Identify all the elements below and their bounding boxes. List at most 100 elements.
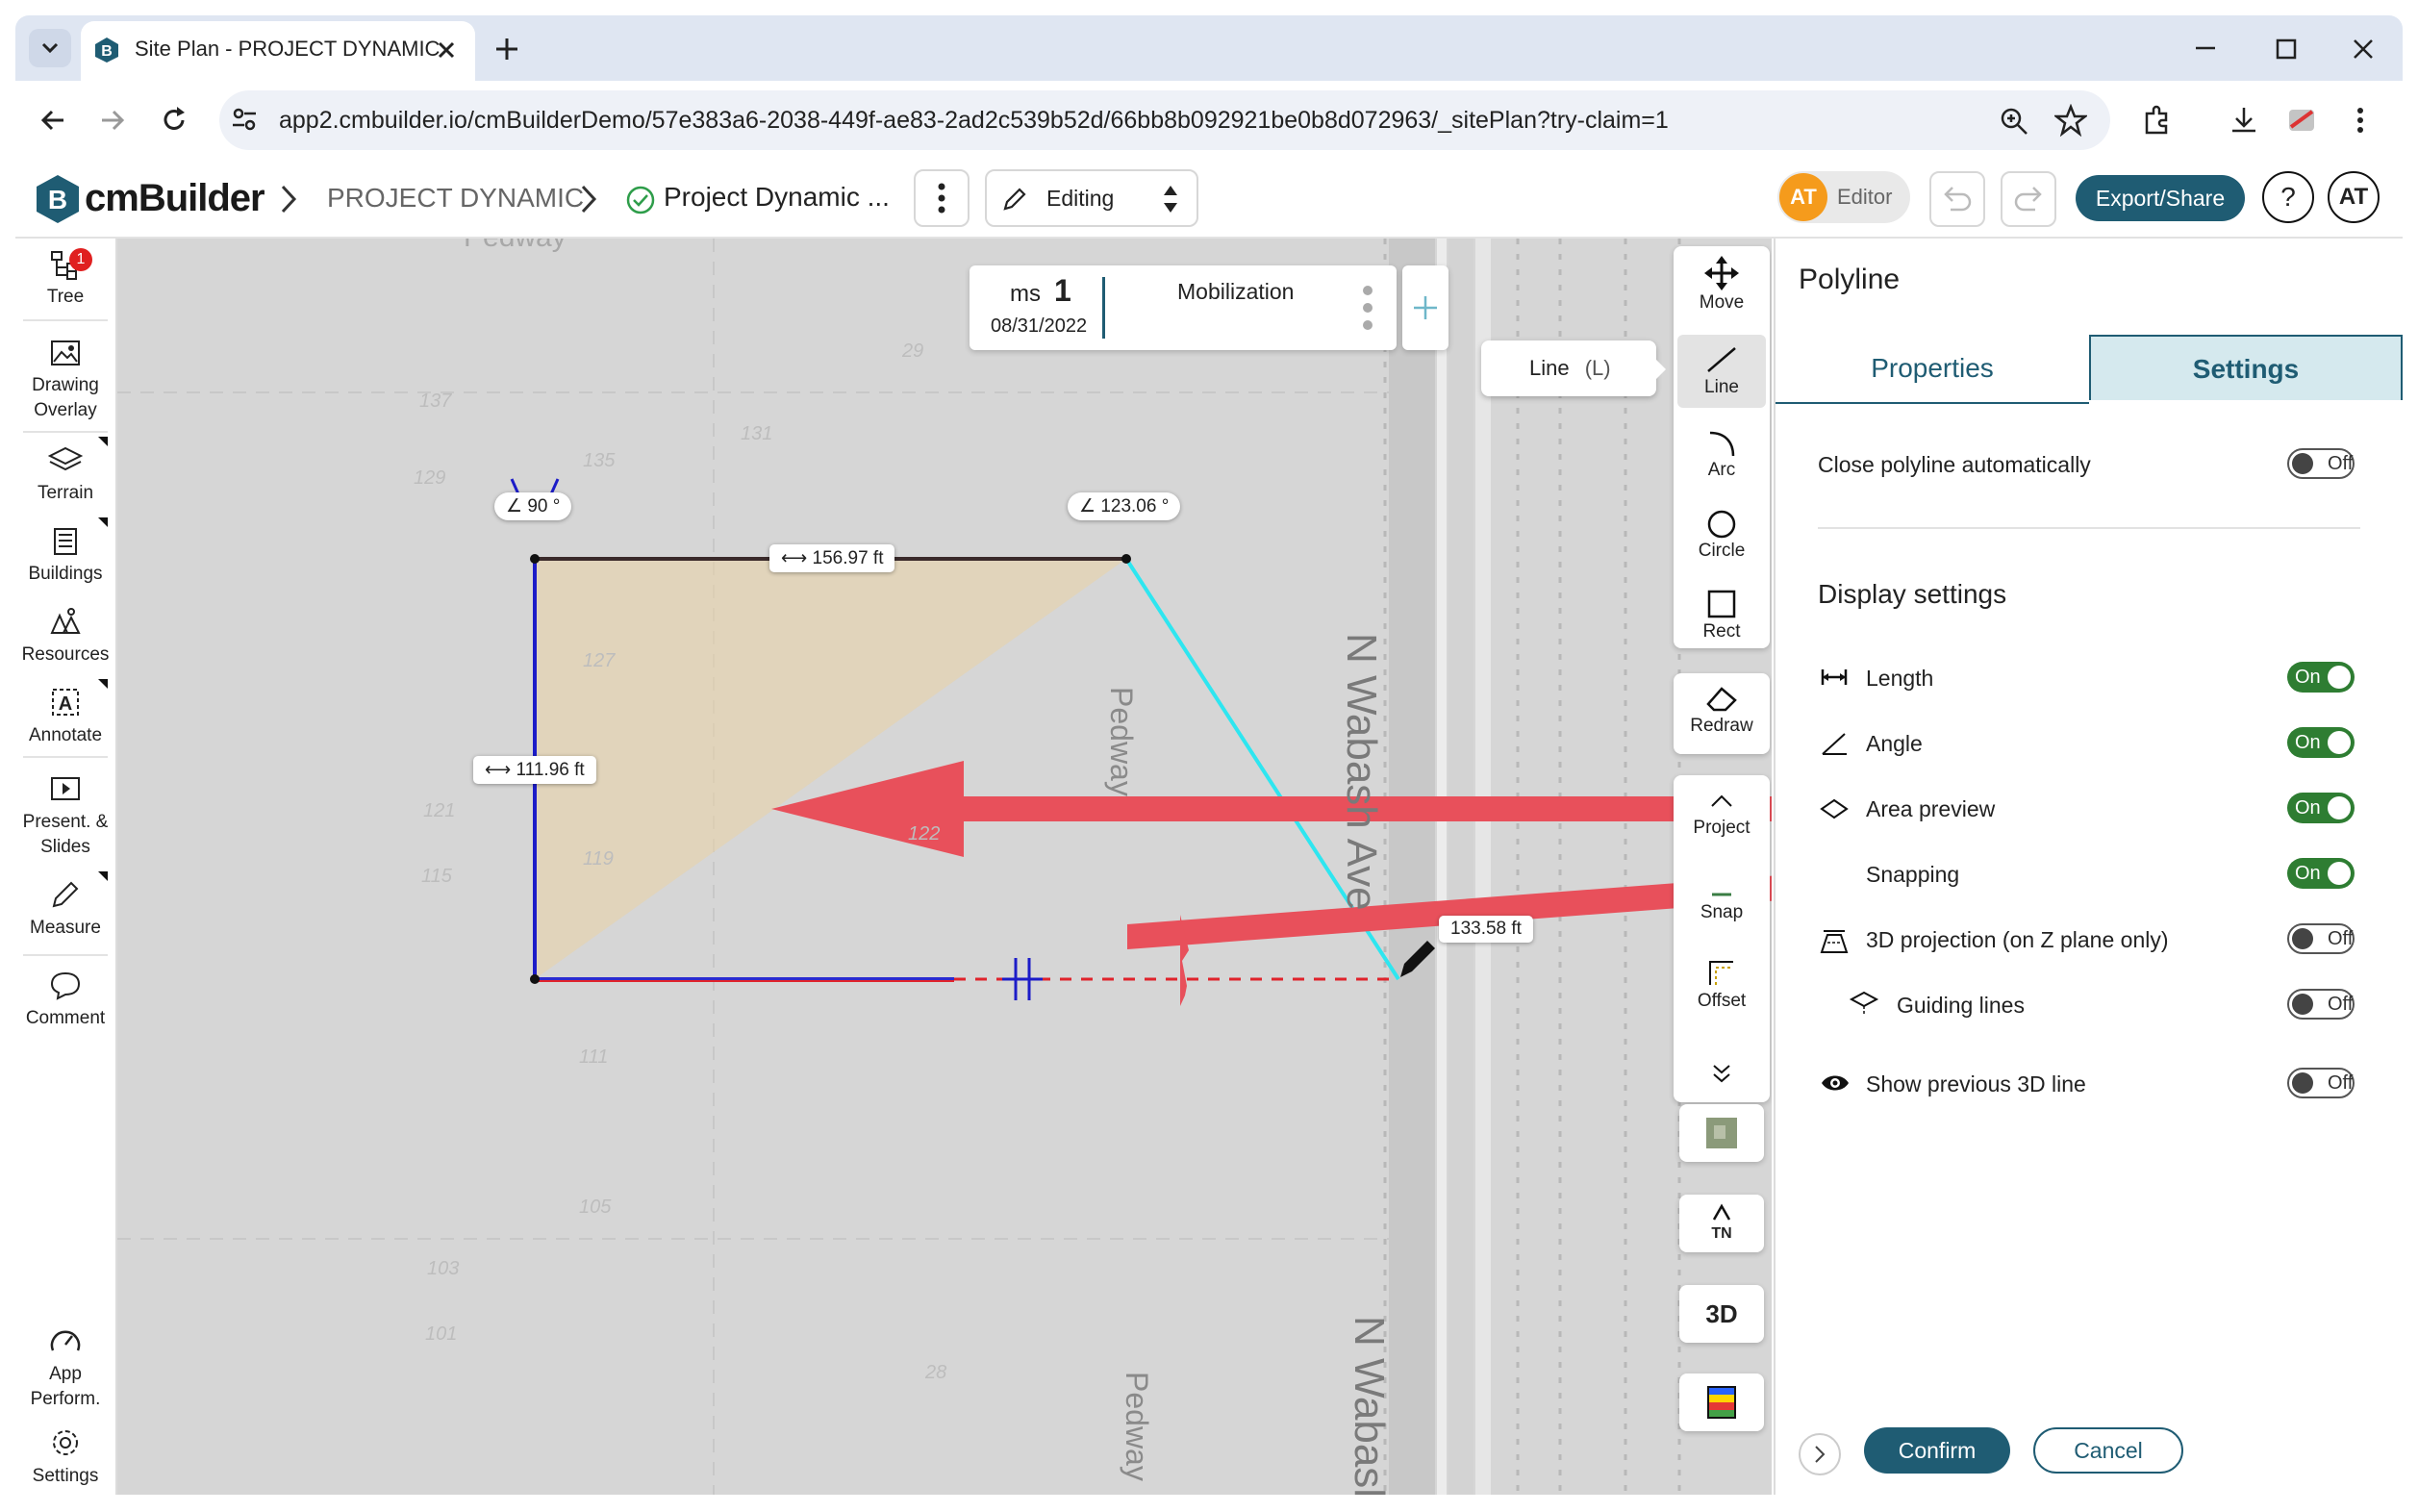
export-share-button[interactable]: Export/Share <box>2076 175 2245 221</box>
logo-text: cmBuilder <box>85 177 265 219</box>
milestone-widget[interactable]: ms 1 08/31/2022 Mobilization <box>970 265 1397 350</box>
browser-tab[interactable]: B Site Plan - PROJECT DYNAMIC | <box>81 21 475 81</box>
tool-snap[interactable]: Snap <box>1674 877 1770 923</box>
minimize-icon[interactable] <box>2191 37 2220 60</box>
snapping-toggle[interactable]: On <box>2287 858 2355 889</box>
building-icon <box>54 528 77 555</box>
zoom-icon[interactable] <box>1999 106 2029 137</box>
sidebar-label: Annotate <box>28 725 103 745</box>
sidebar-item-measure[interactable]: Measure <box>15 877 115 941</box>
angle-toggle[interactable]: On <box>2287 727 2355 758</box>
add-milestone-button[interactable] <box>1402 265 1448 350</box>
tool-redraw[interactable]: Redraw <box>1674 683 1770 737</box>
guiding-lines-toggle[interactable]: Off <box>2287 989 2355 1020</box>
sidebar-item-settings[interactable]: Settings <box>15 1425 115 1489</box>
download-icon[interactable] <box>2228 104 2260 137</box>
area-preview-toggle[interactable]: On <box>2287 793 2355 823</box>
cancel-button[interactable]: Cancel <box>2033 1427 2183 1474</box>
show-previous-3d-line-toggle[interactable]: Off <box>2287 1068 2355 1098</box>
eye-icon <box>1822 1075 1849 1091</box>
modifier-tools-group: Project Snap Offset <box>1674 775 1770 1102</box>
length-icon: ⟷ <box>485 760 516 780</box>
toggle-3d-button[interactable]: 3D <box>1679 1285 1764 1343</box>
reload-icon[interactable] <box>158 104 190 137</box>
help-button[interactable]: ? <box>2262 171 2314 223</box>
breadcrumb-chevron-icon <box>581 185 597 214</box>
tool-project[interactable]: Project <box>1674 793 1770 839</box>
toggle-state: Off <box>2328 1072 2354 1094</box>
profile-extension-icon[interactable] <box>2283 102 2322 139</box>
vertex-handle[interactable] <box>530 554 540 564</box>
new-tab-icon[interactable] <box>492 35 521 63</box>
more-vertical-icon[interactable] <box>1360 281 1375 335</box>
vertex-handle[interactable] <box>530 974 540 984</box>
tool-move[interactable]: Move <box>1674 256 1770 314</box>
bookmark-star-icon[interactable] <box>2054 104 2087 137</box>
sidebar-label: Overlay <box>34 400 97 420</box>
extensions-icon[interactable] <box>2141 104 2174 137</box>
redo-button[interactable] <box>2001 171 2056 227</box>
angle-label: ∠ 90 ° <box>494 492 572 520</box>
maximize-icon[interactable] <box>2272 35 2301 63</box>
window-close-icon[interactable] <box>2349 35 2378 63</box>
collapse-panel-button[interactable] <box>1799 1433 1841 1475</box>
milestone-number: 1 <box>1054 273 1071 308</box>
basemap-button[interactable] <box>1679 1104 1764 1162</box>
projection-toggle[interactable]: Off <box>2287 923 2355 954</box>
close-icon[interactable] <box>433 37 460 63</box>
sidebar-item-present-slides[interactable]: Present. & Slides <box>15 773 115 860</box>
length-label: ⟷ 156.97 ft <box>769 544 895 572</box>
sidebar-item-terrain[interactable]: Terrain <box>15 442 115 506</box>
rect-icon <box>1707 590 1736 618</box>
lot-number: 101 <box>425 1323 458 1345</box>
sidebar-item-app-performance[interactable]: App Perform. <box>15 1325 115 1412</box>
pedway-label: Pedway <box>1120 1372 1154 1481</box>
map-drawing[interactable] <box>117 239 1772 1495</box>
guiding-lines-icon <box>1849 991 1879 1016</box>
tool-arc[interactable]: Arc <box>1674 427 1770 481</box>
sidebar-item-buildings[interactable]: Buildings <box>15 523 115 587</box>
milestone-date: 08/31/2022 <box>991 315 1088 337</box>
tool-circle[interactable]: Circle <box>1674 508 1770 562</box>
length-toggle[interactable]: On <box>2287 662 2355 693</box>
tool-rect[interactable]: Rect <box>1674 589 1770 643</box>
browser-menu-icon[interactable] <box>2351 104 2370 137</box>
tab-properties[interactable]: Properties <box>1776 335 2089 404</box>
breadcrumb-project[interactable]: PROJECT DYNAMIC <box>327 183 584 214</box>
role-chip[interactable]: AT Editor <box>1777 171 1910 223</box>
cmbuilder-logo[interactable]: B cmBuilder <box>35 173 265 225</box>
url-text[interactable]: app2.cmbuilder.io/cmBuilderDemo/57e383a6… <box>279 107 1669 135</box>
map-canvas[interactable]: N Wabash Ave N Wabash Pedway Pedway Pedw… <box>117 239 1772 1495</box>
mode-select[interactable]: Editing <box>985 169 1198 227</box>
avatar[interactable]: AT <box>2328 171 2380 223</box>
tab-settings[interactable]: Settings <box>2089 335 2403 400</box>
plan-menu-button[interactable] <box>914 169 970 227</box>
site-settings-icon[interactable] <box>229 104 260 135</box>
sidebar-item-comment[interactable]: Comment <box>15 968 115 1031</box>
breadcrumb-plan[interactable]: Project Dynamic ... <box>664 182 890 213</box>
lot-number: 111 <box>579 1046 609 1068</box>
undo-button[interactable] <box>1929 171 1985 227</box>
tab-list-button[interactable] <box>29 29 71 67</box>
vertex-handle[interactable] <box>1121 554 1131 564</box>
sidebar-item-tree[interactable]: 1 Tree <box>15 246 115 310</box>
confirm-button[interactable]: Confirm <box>1864 1427 2010 1474</box>
sidebar-item-resources[interactable]: Resources <box>15 604 115 668</box>
terrain-icon <box>47 446 84 471</box>
true-north-button[interactable]: TN <box>1679 1195 1764 1252</box>
layers-button[interactable] <box>1679 1373 1764 1431</box>
tool-label: Snap <box>1700 902 1744 922</box>
sidebar-item-drawing-overlay[interactable]: Drawing Overlay <box>15 337 115 423</box>
plus-icon <box>1414 296 1437 319</box>
tool-line[interactable]: Line <box>1674 344 1770 398</box>
back-icon[interactable] <box>37 106 69 135</box>
tool-offset[interactable]: Offset <box>1674 956 1770 1012</box>
tooltip-label: Line <box>1529 356 1570 380</box>
sidebar-item-annotate[interactable]: A Annotate <box>15 685 115 748</box>
forward-icon[interactable] <box>96 106 129 135</box>
close-polyline-toggle[interactable]: Off <box>2287 448 2355 479</box>
left-sidebar: 1 Tree Drawing Overlay Terrain Buildings… <box>15 239 117 1495</box>
double-chevron-down-icon[interactable] <box>1704 1060 1739 1089</box>
lot-number: 131 <box>741 423 773 444</box>
milestone-name: Mobilization <box>1177 279 1295 304</box>
